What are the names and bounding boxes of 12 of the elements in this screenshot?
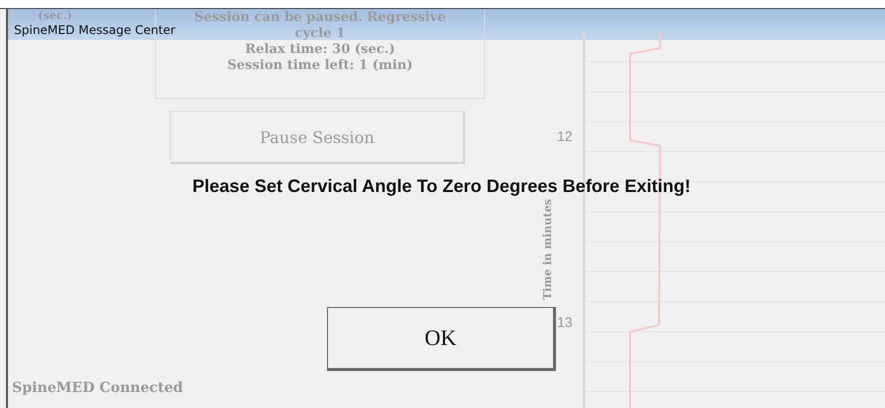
- axis-tick-label: 12: [557, 128, 573, 144]
- axis-title: Time in minutes: [541, 199, 554, 300]
- axis-tick-label: 13: [557, 314, 573, 330]
- connection-status: SpineMED Connected: [12, 380, 183, 396]
- status-text: Session time left: 1 (min): [227, 58, 413, 74]
- status-text: Session can be paused. Regressive: [194, 10, 446, 26]
- ok-button[interactable]: OK: [327, 307, 556, 371]
- status-text: cycle 1: [294, 26, 346, 42]
- message-text: Please Set Cervical Angle To Zero Degrees Before Exiting!: [192, 176, 691, 197]
- window-title: SpineMED Message Center: [14, 23, 176, 37]
- status-text: Relax time: 30 (sec.): [245, 42, 395, 58]
- unit-label: (sec.): [38, 10, 72, 22]
